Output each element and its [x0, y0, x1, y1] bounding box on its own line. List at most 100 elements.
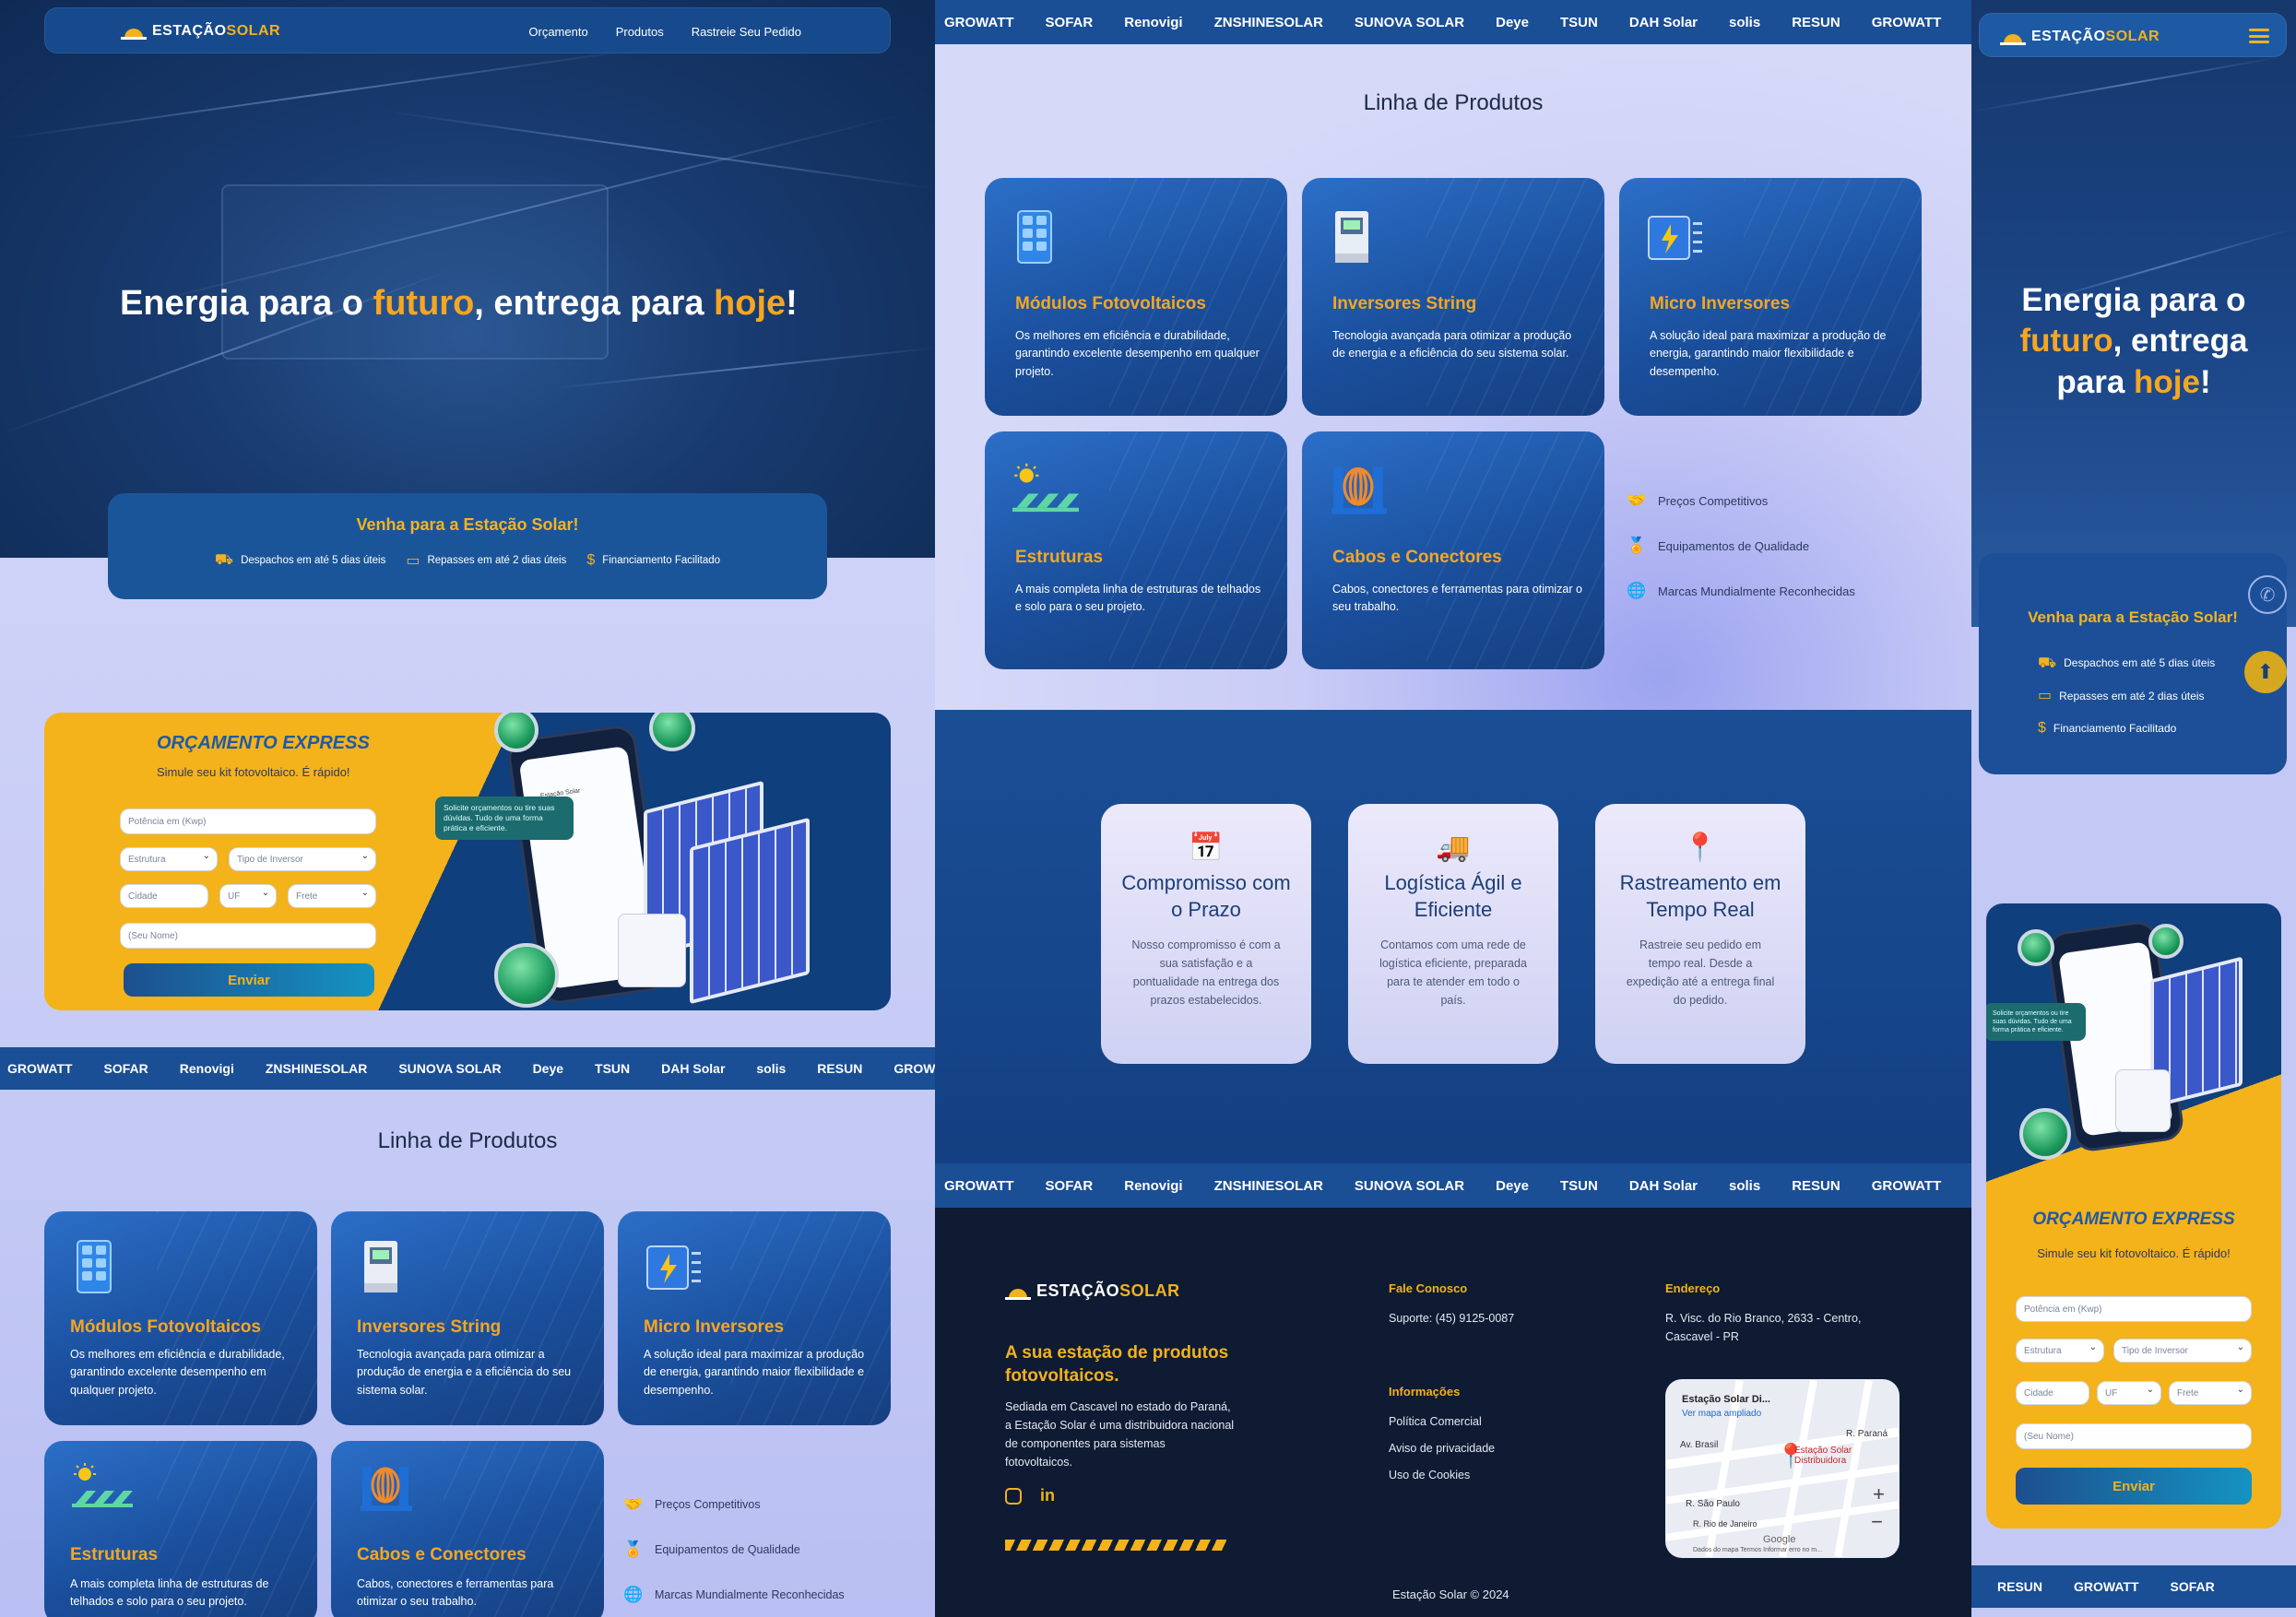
hero-section: ESTAÇÃOSOLAR Orçamento Produtos Rastreie…: [0, 0, 935, 558]
values-section: 📅 Compromisso com o Prazo Nosso compromi…: [935, 710, 1971, 1163]
value-card-logistica: 🚚 Logística Ágil e Eficiente Contamos co…: [1348, 804, 1558, 1064]
truck-image: [221, 184, 609, 360]
nav-orcamento[interactable]: Orçamento: [528, 25, 587, 39]
power-field[interactable]: Potência em (Kwp): [120, 808, 376, 834]
whatsapp-button[interactable]: ✆: [2248, 575, 2287, 614]
quote-express-card: ORÇAMENTO EXPRESS Simule seu kit fotovol…: [44, 713, 891, 1010]
name-field[interactable]: (Seu Nome): [2016, 1423, 2252, 1449]
info-heading: Informações: [1389, 1385, 1461, 1399]
products-title: Linha de Produtos: [1363, 90, 1544, 115]
value-card-prazo: 📅 Compromisso com o Prazo Nosso compromi…: [1101, 804, 1311, 1064]
frete-select[interactable]: Frete: [288, 884, 376, 908]
nav-produtos[interactable]: Produtos: [616, 25, 664, 39]
map-title: Estação Solar Di...: [1682, 1394, 1770, 1405]
cash-icon: ▭: [2038, 688, 2053, 704]
street-label-parana: R. Paraná: [1846, 1429, 1888, 1439]
footer-about: Sediada em Cascavel no estado do Paraná,…: [1005, 1400, 1235, 1469]
menu-icon[interactable]: [2249, 29, 2269, 43]
promo-banner: Venha para a Estação Solar! ⛟ Despachos e…: [108, 493, 827, 599]
product-card-cabos[interactable]: Cabos e Conectores Cabos, conectores e f…: [331, 1441, 604, 1617]
product-card-inversores[interactable]: Inversores String Tecnologia avançada pa…: [1302, 178, 1604, 416]
logo[interactable]: ESTAÇÃOSOLAR: [2000, 29, 2160, 45]
send-button[interactable]: Enviar: [124, 963, 374, 997]
product-card-cabos[interactable]: Cabos e Conectores Cabos, conectores e f…: [1302, 431, 1604, 669]
structure-icon: [1012, 463, 1079, 513]
estrutura-select[interactable]: Estrutura: [2016, 1339, 2104, 1363]
value-desc: Contamos com uma rede de logística efici…: [1379, 938, 1527, 1008]
coin-icon-2: [649, 713, 695, 751]
chat-bubble: Solicite orçamentos ou tire suas dúvidas…: [1986, 1003, 2086, 1042]
medal-icon: 🏅: [623, 1540, 644, 1558]
product-card-modulos[interactable]: Módulos Fotovoltaicos Os melhores em efi…: [985, 178, 1287, 416]
send-button[interactable]: Enviar: [2016, 1468, 2252, 1505]
quote-subtitle: Simule seu kit fotovoltaico. É rápido!: [157, 765, 350, 779]
contact-phone[interactable]: Suporte: (45) 9125-0087: [1389, 1309, 1514, 1328]
product-name: Módulos Fotovoltaicos: [70, 1317, 261, 1337]
uf-select[interactable]: UF: [2097, 1381, 2161, 1405]
handshake-icon: 🤝: [1627, 491, 1647, 509]
footer-logo[interactable]: ESTAÇÃOSOLAR: [1005, 1281, 1180, 1301]
estrutura-select[interactable]: Estrutura: [120, 847, 218, 871]
mobile-quote-card: Solicite orçamentos ou tire suas dúvidas…: [1986, 903, 2281, 1528]
product-card-inversores[interactable]: Inversores String Tecnologia avançada pa…: [331, 1211, 604, 1425]
product-card-micro[interactable]: Micro Inversores A solução ideal para ma…: [618, 1211, 891, 1425]
product-card-modulos[interactable]: Módulos Fotovoltaicos Os melhores em efi…: [44, 1211, 317, 1425]
value-desc: Nosso compromisso é com a sua satisfação…: [1131, 938, 1281, 1008]
feature-despachos: ⛟ Despachos em até 5 dias úteis: [214, 552, 386, 568]
product-desc: Cabos, conectores e ferramentas para oti…: [357, 1577, 554, 1609]
instagram-icon[interactable]: [1005, 1488, 1022, 1505]
frete-select[interactable]: Frete: [2169, 1381, 2252, 1405]
zoom-out-button[interactable]: −: [1871, 1510, 1883, 1534]
product-highlights: 🤝 Preços Competitivos 🏅 Equipamentos de Qu…: [623, 1495, 845, 1603]
feature-repasses: ▭ Repasses em até 2 dias úteis: [406, 553, 567, 569]
name-field[interactable]: (Seu Nome): [120, 923, 376, 949]
promo-title: Venha para a Estação Solar!: [2028, 608, 2238, 626]
location-pin-icon: 📍: [1683, 832, 1718, 863]
link-politica[interactable]: Política Comercial: [1389, 1412, 1482, 1431]
product-card-estruturas[interactable]: Estruturas A mais completa linha de estr…: [44, 1441, 317, 1617]
micro-inverter-icon: [646, 1245, 701, 1290]
feature-financiamento: $ Financiamento Facilitado: [586, 552, 721, 568]
product-name: Módulos Fotovoltaicos: [1015, 294, 1206, 313]
mobile-navbar: ESTAÇÃOSOLAR: [1979, 13, 2287, 57]
mobile-brand-strip: RESUN GROWATT SOFAR: [1971, 1565, 2296, 1608]
product-name: Inversores String: [357, 1317, 502, 1337]
inverter-image: [618, 914, 686, 987]
product-card-micro[interactable]: Micro Inversores A solução ideal para ma…: [1619, 178, 1922, 416]
product-desc: Os melhores em eficiência e durabilidade…: [1015, 329, 1260, 378]
mobile-promo: Venha para a Estação Solar! ⛟ Despachos e…: [1979, 553, 2287, 774]
mobile-preview: ESTAÇÃOSOLAR Energia para o futuro, entr…: [1971, 0, 2296, 1617]
product-card-estruturas[interactable]: Estruturas A mais completa linha de estr…: [985, 431, 1287, 669]
city-field[interactable]: Cidade: [2016, 1381, 2089, 1405]
delivery-truck-icon: 🚚: [1436, 832, 1471, 863]
brand-strip-top: GROWATT SOFAR Renovigi ZNSHINESOLAR SUNOVA S…: [935, 0, 1971, 44]
scroll-top-button[interactable]: ⬆: [2244, 651, 2287, 693]
product-desc: A mais completa linha de estruturas de t…: [1015, 583, 1261, 614]
nav-rastreie[interactable]: Rastreie Seu Pedido: [692, 25, 801, 39]
link-privacidade[interactable]: Aviso de privacidade: [1389, 1439, 1495, 1458]
street-label-sao-paulo: R. São Paulo: [1686, 1499, 1740, 1509]
address-text: R. Visc. do Rio Branco, 2633 - Centro, C…: [1665, 1312, 1862, 1343]
inverter-type-select[interactable]: Tipo de Inversor: [229, 847, 376, 871]
products-title: Linha de Produtos: [377, 1128, 558, 1153]
logo[interactable]: ESTAÇÃOSOLAR: [121, 23, 280, 40]
calendar-icon: 📅: [1189, 832, 1224, 863]
micro-inverter-icon: [1648, 216, 1702, 260]
map-expand-link[interactable]: Ver mapa ampliado: [1682, 1409, 1761, 1419]
linkedin-icon[interactable]: in: [1040, 1486, 1055, 1505]
product-desc: Cabos, conectores e ferramentas para oti…: [1332, 583, 1582, 614]
zoom-in-button[interactable]: +: [1873, 1482, 1885, 1506]
sun-logo-icon: [2000, 29, 2026, 45]
product-desc: A mais completa linha de estruturas de t…: [70, 1577, 269, 1609]
address-heading: Endereço: [1665, 1281, 1721, 1295]
map-google-label: Google: [1763, 1534, 1796, 1545]
uf-select[interactable]: UF: [219, 884, 277, 908]
money-bag-icon: $: [586, 552, 596, 568]
map-embed[interactable]: Estação Solar Di... Ver mapa ampliado Av…: [1665, 1379, 1900, 1558]
structure-icon: [72, 1463, 133, 1507]
city-field[interactable]: Cidade: [120, 884, 208, 908]
link-cookies[interactable]: Uso de Cookies: [1389, 1466, 1470, 1484]
product-desc: Tecnologia avançada para otimizar a prod…: [357, 1348, 572, 1397]
inverter-type-select[interactable]: Tipo de Inversor: [2113, 1339, 2252, 1363]
power-field[interactable]: Potência em (Kwp): [2016, 1296, 2252, 1322]
